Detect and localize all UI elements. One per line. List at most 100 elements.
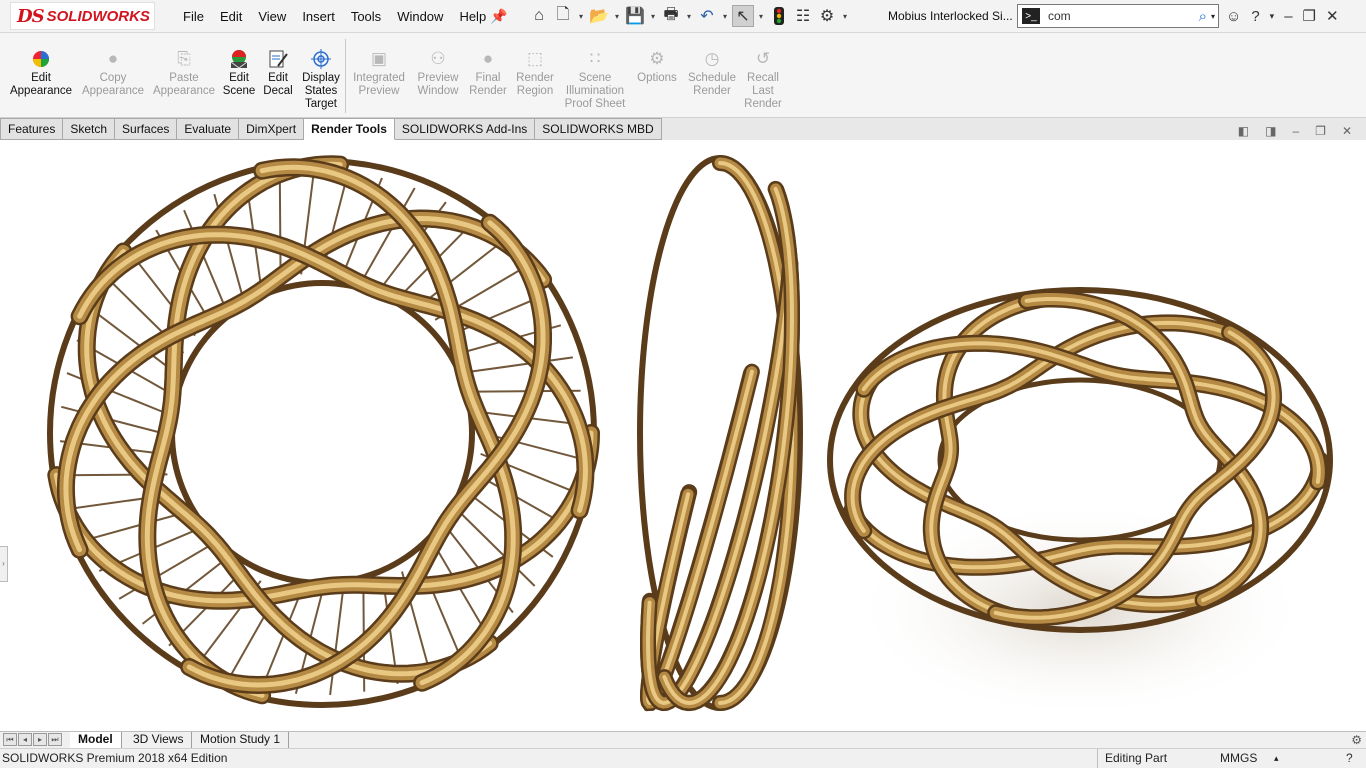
options-label: Options	[637, 72, 677, 84]
quick-access-toolbar: ⌂ 🗋 ▾ 📂 ▾ 💾 ▾ 🖶 ▾ ↶ ▾ ↖ ▾ ☷ ⚙ ▾	[528, 4, 850, 28]
options-dropdown-icon[interactable]: ▾	[840, 12, 850, 21]
save-dropdown-icon[interactable]: ▾	[648, 12, 658, 21]
schedule-render-button[interactable]: ◷ Schedule Render	[685, 48, 739, 98]
lattice-strut	[469, 356, 573, 373]
torus-front-view	[47, 155, 600, 708]
doc-restore-icon[interactable]: ❐	[1315, 124, 1326, 138]
edit-scene-button[interactable]: Edit Scene	[222, 48, 256, 98]
options-gear-icon[interactable]: ⚙	[816, 5, 838, 27]
edit-scene-label: Edit Scene	[222, 72, 256, 97]
torus-perspective-view	[827, 287, 1333, 720]
tab-render-tools[interactable]: Render Tools	[304, 118, 395, 140]
tab-surfaces[interactable]: Surfaces	[115, 118, 178, 140]
undo-icon[interactable]: ↶	[696, 5, 718, 27]
paste-appearance-label: Paste Appearance	[152, 72, 216, 97]
user-icon[interactable]: ☺	[1226, 8, 1241, 25]
tab-dimxpert[interactable]: DimXpert	[239, 118, 305, 140]
options-button[interactable]: ⚙ Options	[633, 48, 681, 85]
help-dropdown-icon[interactable]: ▾	[1270, 11, 1275, 22]
panel-left-icon[interactable]: ◧	[1238, 124, 1249, 138]
select-dropdown-icon[interactable]: ▾	[756, 12, 766, 21]
recall-last-render-label: Recall Last Render	[744, 72, 782, 110]
select-pointer-icon[interactable]: ↖	[732, 5, 754, 27]
logo-ds-mark: DS	[17, 5, 45, 27]
tab-3d-views[interactable]: 3D Views	[125, 732, 193, 748]
minimize-icon[interactable]: –	[1284, 8, 1292, 25]
first-tab-icon[interactable]: ⏮	[3, 733, 17, 746]
restore-icon[interactable]: ❐	[1303, 7, 1316, 25]
prev-tab-icon[interactable]: ◂	[18, 733, 32, 746]
tab-sketch[interactable]: Sketch	[63, 118, 116, 140]
tab-solidworks-mbd[interactable]: SOLIDWORKS MBD	[535, 118, 662, 140]
torus-side-view	[637, 155, 803, 712]
new-document-icon[interactable]: 🗋	[552, 5, 574, 27]
menu-tools[interactable]: Tools	[343, 9, 389, 24]
last-tab-icon[interactable]: ⏭	[48, 733, 62, 746]
close-icon[interactable]: ✕	[1326, 7, 1339, 25]
status-help-icon[interactable]: ?	[1346, 749, 1353, 768]
window-controls: ☺ ? ▾ – ❐ ✕	[1226, 4, 1339, 28]
copy-appearance-button[interactable]: ● Copy Appearance	[80, 48, 146, 98]
home-icon[interactable]: ⌂	[528, 5, 550, 27]
viewport-window-controls: ◧ ◨ – ❐ ✕	[1238, 124, 1352, 138]
copy-appearance-label: Copy Appearance	[81, 72, 145, 97]
search-icon[interactable]: ⌕	[1199, 8, 1207, 25]
menu-help[interactable]: Help	[451, 9, 494, 24]
tab-solidworks-add-ins[interactable]: SOLIDWORKS Add-Ins	[394, 118, 536, 140]
menu-window[interactable]: Window	[389, 9, 451, 24]
scene-illumination-proof-sheet-button[interactable]: ∷ Scene Illumination Proof Sheet	[561, 48, 629, 111]
new-dropdown-icon[interactable]: ▾	[576, 12, 586, 21]
editing-mode-label: Editing Part	[1097, 749, 1167, 768]
preview-window-button[interactable]: ⚇ Preview Window	[413, 48, 463, 98]
tab-scroll-arrows: ⏮ ◂ ▸ ⏭	[3, 733, 62, 746]
scene-icon	[228, 48, 250, 70]
recall-last-render-button[interactable]: ↺ Recall Last Render	[743, 48, 783, 111]
edit-appearance-button[interactable]: Edit Appearance	[8, 48, 74, 98]
tab-motion-study-1[interactable]: Motion Study 1	[192, 732, 290, 748]
print-dropdown-icon[interactable]: ▾	[684, 12, 694, 21]
solidworks-logo[interactable]: DS SOLIDWORKS	[10, 2, 155, 30]
lattice-strut	[278, 174, 282, 279]
feature-manager-handle[interactable]: ›	[0, 546, 8, 582]
menu-file[interactable]: File	[175, 9, 212, 24]
unit-system-dropdown-icon[interactable]: ▴	[1274, 749, 1279, 768]
title-bar: DS SOLIDWORKS File Edit View Insert Tool…	[0, 0, 1366, 33]
open-dropdown-icon[interactable]: ▾	[612, 12, 622, 21]
paste-appearance-button[interactable]: ⎘ Paste Appearance	[151, 48, 217, 98]
bottom-tab-bar: ⏮ ◂ ▸ ⏭ Model 3D Views Motion Study 1 ⚙	[0, 731, 1366, 748]
print-icon[interactable]: 🖶	[660, 5, 682, 27]
final-render-button[interactable]: ● Final Render	[467, 48, 509, 98]
menu-insert[interactable]: Insert	[294, 9, 343, 24]
graphics-area[interactable]: ›	[0, 140, 1366, 732]
solidworks-window: DS SOLIDWORKS File Edit View Insert Tool…	[0, 0, 1366, 768]
file-properties-icon[interactable]: ☷	[792, 5, 814, 27]
next-tab-icon[interactable]: ▸	[33, 733, 47, 746]
command-search-icon: >_	[1022, 8, 1040, 24]
tab-features[interactable]: Features	[0, 118, 64, 140]
integrated-preview-button[interactable]: ▣ Integrated Preview	[349, 48, 409, 98]
rebuild-traffic-light-icon[interactable]	[768, 5, 790, 27]
undo-dropdown-icon[interactable]: ▾	[720, 12, 730, 21]
final-render-icon: ●	[482, 49, 494, 68]
search-dropdown-icon[interactable]: ▾	[1211, 12, 1215, 21]
ribbon-separator	[345, 39, 346, 113]
pin-menu-icon[interactable]: 📌	[490, 8, 507, 25]
doc-minimize-icon[interactable]: –	[1292, 124, 1299, 138]
search-input[interactable]: com	[1048, 9, 1199, 23]
search-box[interactable]: >_ com ⌕ ▾	[1017, 4, 1219, 28]
open-folder-icon[interactable]: 📂	[588, 5, 610, 27]
tab-model[interactable]: Model	[70, 732, 122, 748]
command-manager-tabs: Features Sketch Surfaces Evaluate DimXpe…	[0, 118, 1366, 140]
menu-edit[interactable]: Edit	[212, 9, 250, 24]
panel-right-icon[interactable]: ◨	[1265, 124, 1276, 138]
unit-system-select[interactable]: MMGS	[1220, 749, 1257, 768]
tab-options-icon[interactable]: ⚙	[1351, 733, 1362, 747]
display-states-target-button[interactable]: Display States Target	[300, 48, 342, 111]
menu-view[interactable]: View	[250, 9, 294, 24]
tab-evaluate[interactable]: Evaluate	[177, 118, 240, 140]
doc-close-icon[interactable]: ✕	[1342, 124, 1352, 138]
edit-decal-button[interactable]: Edit Decal	[262, 48, 294, 98]
render-region-button[interactable]: ⬚ Render Region	[513, 48, 557, 98]
save-icon[interactable]: 💾	[624, 5, 646, 27]
help-icon[interactable]: ?	[1251, 8, 1259, 25]
